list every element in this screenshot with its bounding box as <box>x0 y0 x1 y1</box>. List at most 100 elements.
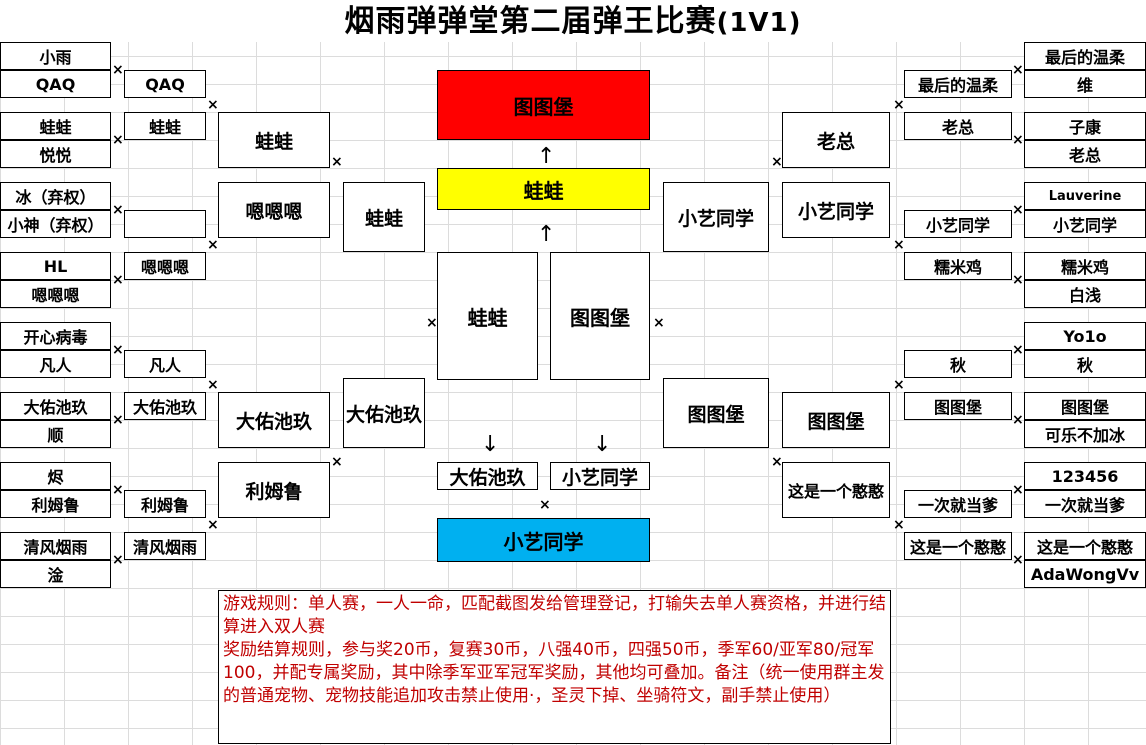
left-round1-player: QAQ <box>0 70 111 98</box>
left-round2-player: 利姆鲁 <box>124 490 206 518</box>
arrow-up-icon: ↑ <box>537 222 556 247</box>
left-round4-player: 蛙蛙 <box>343 182 425 252</box>
vs-mark: × <box>207 377 219 393</box>
left-round1-player: 开心病毒 <box>0 322 111 350</box>
rules-rewards: 奖励结算规则，参与奖20币，复赛30币，八强40币，四强50币，季军60/亚军8… <box>223 640 885 706</box>
left-round1-player: 嗯嗯嗯 <box>0 280 111 308</box>
vs-mark: × <box>112 552 124 568</box>
left-round2-player: 嗯嗯嗯 <box>124 252 206 280</box>
right-round3-player: 这是一个憨憨 <box>782 462 890 518</box>
vs-mark: × <box>112 132 124 148</box>
right-round2-player: 老总 <box>904 112 1012 140</box>
left-round1-player: 清风烟雨 <box>0 532 111 560</box>
left-round3-player: 蛙蛙 <box>218 112 330 168</box>
right-round2-player: 小艺同学 <box>904 210 1012 238</box>
left-round3-player: 嗯嗯嗯 <box>218 182 330 238</box>
right-round2-player: 秋 <box>904 350 1012 378</box>
left-round1-player: 烬 <box>0 462 111 490</box>
vs-mark: × <box>112 202 124 218</box>
left-round1-player: HL <box>0 252 111 280</box>
right-round1-player: Yo1o <box>1024 322 1146 350</box>
vs-mark: × <box>1012 132 1024 148</box>
vs-mark: × <box>893 517 905 533</box>
right-round1-player: 小艺同学 <box>1024 210 1146 238</box>
right-round1-player: 糯米鸡 <box>1024 252 1146 280</box>
runner-up-box: 蛙蛙 <box>437 168 650 210</box>
semi-final-right: 图图堡 <box>550 252 650 380</box>
right-round3-player: 老总 <box>782 112 890 168</box>
vs-mark: × <box>112 272 124 288</box>
vs-mark: × <box>207 517 219 533</box>
left-round1-player: 大佑池玖 <box>0 392 111 420</box>
vs-mark: × <box>771 454 783 470</box>
right-round2-player: 图图堡 <box>904 392 1012 420</box>
vs-mark: × <box>1012 62 1024 78</box>
left-round1-player: 顺 <box>0 420 111 448</box>
rules-game: 游戏规则：单人赛，一人一命，匹配截图发给管理登记，打输失去单人赛资格，并进行结算… <box>223 594 886 637</box>
vs-mark: × <box>112 342 124 358</box>
left-round1-player: 小神（弃权） <box>0 210 111 238</box>
right-round3-player: 小艺同学 <box>782 182 890 238</box>
left-round1-player: 小雨 <box>0 42 111 70</box>
right-round1-player: AdaWongVv <box>1024 560 1146 588</box>
third-place-left: 大佑池玖 <box>437 462 538 490</box>
left-round1-player: 利姆鲁 <box>0 490 111 518</box>
right-round2-player: 最后的温柔 <box>904 70 1012 98</box>
right-round2-player: 这是一个憨憨 <box>904 532 1012 560</box>
vs-mark: × <box>112 482 124 498</box>
right-round1-player: 最后的温柔 <box>1024 42 1146 70</box>
vs-mark: × <box>1012 482 1024 498</box>
right-round4-player: 小艺同学 <box>663 182 769 252</box>
vs-mark: × <box>893 237 905 253</box>
arrow-down-icon: ↓ <box>481 432 500 457</box>
left-round1-player: 蛙蛙 <box>0 112 111 140</box>
arrow-down-icon: ↓ <box>593 432 612 457</box>
right-round1-player: 白浅 <box>1024 280 1146 308</box>
right-round1-player: 图图堡 <box>1024 392 1146 420</box>
vs-mark: × <box>893 97 905 113</box>
arrow-up-icon: ↑ <box>537 144 556 169</box>
right-round1-player: 老总 <box>1024 140 1146 168</box>
vs-mark: × <box>1012 272 1024 288</box>
right-round1-player: 一次就当爹 <box>1024 490 1146 518</box>
vs-mark: × <box>771 154 783 170</box>
left-round3-player: 大佑池玖 <box>218 392 330 448</box>
right-round2-player: 一次就当爹 <box>904 490 1012 518</box>
vs-mark: × <box>331 154 343 170</box>
third-place-right: 小艺同学 <box>550 462 650 490</box>
left-round1-player: 凡人 <box>0 350 111 378</box>
right-round1-player: 维 <box>1024 70 1146 98</box>
right-round1-player: Lauverine <box>1024 182 1146 210</box>
left-round2-player: 蛙蛙 <box>124 112 206 140</box>
vs-mark: × <box>331 454 343 470</box>
vs-mark: × <box>1012 342 1024 358</box>
right-round1-player: 这是一个憨憨 <box>1024 532 1146 560</box>
left-round2-player <box>124 210 206 238</box>
right-round1-player: 可乐不加冰 <box>1024 420 1146 448</box>
vs-mark: × <box>112 62 124 78</box>
left-round1-player: 冰（弃权） <box>0 182 111 210</box>
third-place-box: 小艺同学 <box>437 518 650 562</box>
vs-mark: × <box>539 497 551 513</box>
left-round2-player: QAQ <box>124 70 206 98</box>
left-round2-player: 大佑池玖 <box>124 392 206 420</box>
right-round1-player: 秋 <box>1024 350 1146 378</box>
left-round1-player: 悦悦 <box>0 140 111 168</box>
title-main: 烟雨弹弹堂第二届弹王比赛 <box>344 4 717 39</box>
vs-mark: × <box>207 237 219 253</box>
vs-mark: × <box>653 315 665 331</box>
vs-mark: × <box>1012 552 1024 568</box>
vs-mark: × <box>1012 412 1024 428</box>
left-round3-player: 利姆鲁 <box>218 462 330 518</box>
semi-final-left: 蛙蛙 <box>437 252 538 380</box>
right-round2-player: 糯米鸡 <box>904 252 1012 280</box>
left-round1-player: 淦 <box>0 560 111 588</box>
left-round2-player: 凡人 <box>124 350 206 378</box>
left-round4-player: 大佑池玖 <box>343 378 425 448</box>
champion-box: 图图堡 <box>437 70 650 140</box>
right-round3-player: 图图堡 <box>782 392 890 448</box>
vs-mark: × <box>1012 202 1024 218</box>
vs-mark: × <box>207 97 219 113</box>
right-round4-player: 图图堡 <box>663 378 769 448</box>
page-title: 烟雨弹弹堂第二届弹王比赛(1V1) <box>0 0 1146 42</box>
